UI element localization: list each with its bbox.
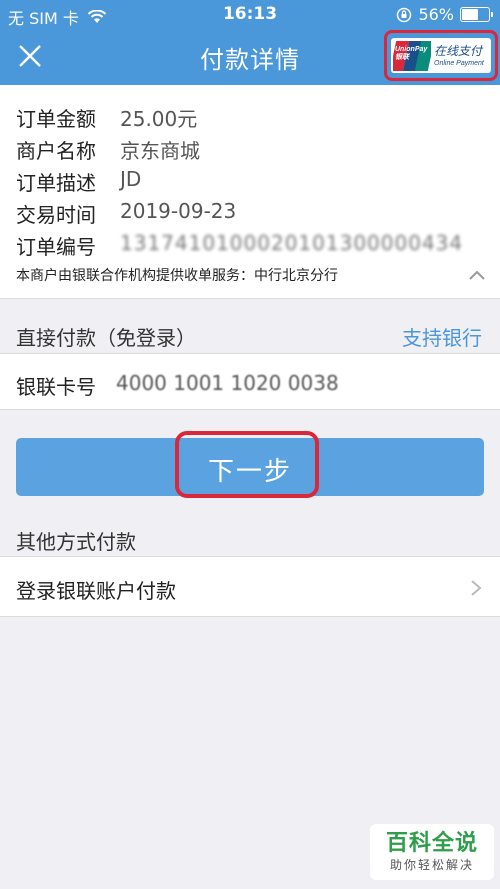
- order-row-time: 交易时间 2019-09-23: [16, 199, 236, 228]
- order-label: 交易时间: [16, 203, 96, 227]
- card-number-row: 银联卡号: [0, 353, 500, 410]
- login-unionpay-row[interactable]: 登录银联账户付款: [0, 556, 500, 617]
- unionpay-logo: UnionPay 银联 在线支付 Online Payment: [391, 38, 491, 73]
- next-button[interactable]: [16, 438, 484, 496]
- card-number-label: 银联卡号: [16, 375, 96, 399]
- unionpay-brand: UnionPay: [395, 45, 428, 53]
- unionpay-mark-icon: UnionPay 银联: [393, 40, 431, 71]
- orientation-lock-icon: [397, 7, 412, 22]
- top-bar: 无 SIM 卡 16:13 56% 付款详情 UnionPay 银联 在线支付 …: [0, 0, 500, 85]
- watermark-main: 百科全说: [385, 831, 478, 856]
- battery-fill: [462, 9, 478, 20]
- order-value: 京东商城: [120, 139, 200, 163]
- card-number-input[interactable]: [116, 366, 486, 400]
- other-methods-header: 其他方式付款: [16, 530, 136, 554]
- unionpay-logo-highlight: UnionPay 银联 在线支付 Online Payment: [384, 30, 498, 81]
- order-value: JD: [120, 167, 142, 191]
- logo-en-text: Online Payment: [434, 59, 484, 67]
- support-bank-link[interactable]: 支持银行: [402, 322, 482, 351]
- order-value: 25.00元: [120, 107, 198, 131]
- order-label: 订单描述: [16, 171, 96, 195]
- direct-pay-header: 直接付款（免登录）: [16, 326, 196, 350]
- unionpay-brand-cn: 银联: [395, 53, 409, 61]
- order-label: 订单编号: [16, 235, 96, 259]
- logo-cn-text: 在线支付: [434, 43, 483, 58]
- order-label: 商户名称: [16, 139, 96, 163]
- login-unionpay-label: 登录银联账户付款: [16, 579, 176, 603]
- order-row-merchant: 商户名称 京东商城: [16, 135, 200, 164]
- order-number-value: 1317410100020101300000434: [120, 231, 464, 255]
- chevron-right-icon: [471, 580, 482, 596]
- status-bar: 无 SIM 卡 16:13 56%: [0, 0, 500, 30]
- order-value: 2019-09-23: [120, 199, 237, 223]
- service-note: 本商户由银联合作机构提供收单服务：中行北京分行: [16, 268, 338, 284]
- battery-icon: [460, 7, 493, 22]
- watermark-logo: 百科全说 助你轻松解决: [370, 824, 494, 880]
- order-details-panel: 订单金额 25.00元 商户名称 京东商城 订单描述 JD 交易时间 2019-…: [0, 85, 500, 299]
- order-row-number: 订单编号 1317410100020101300000434: [16, 231, 463, 260]
- watermark-sub: 助你轻松解决: [389, 858, 474, 872]
- battery-percent: 56%: [418, 5, 454, 24]
- chevron-up-icon[interactable]: [468, 269, 486, 281]
- order-label: 订单金额: [16, 107, 96, 131]
- order-row-amount: 订单金额 25.00元: [16, 103, 197, 132]
- status-right: 56%: [396, 5, 493, 24]
- order-row-description: 订单描述 JD: [16, 167, 141, 196]
